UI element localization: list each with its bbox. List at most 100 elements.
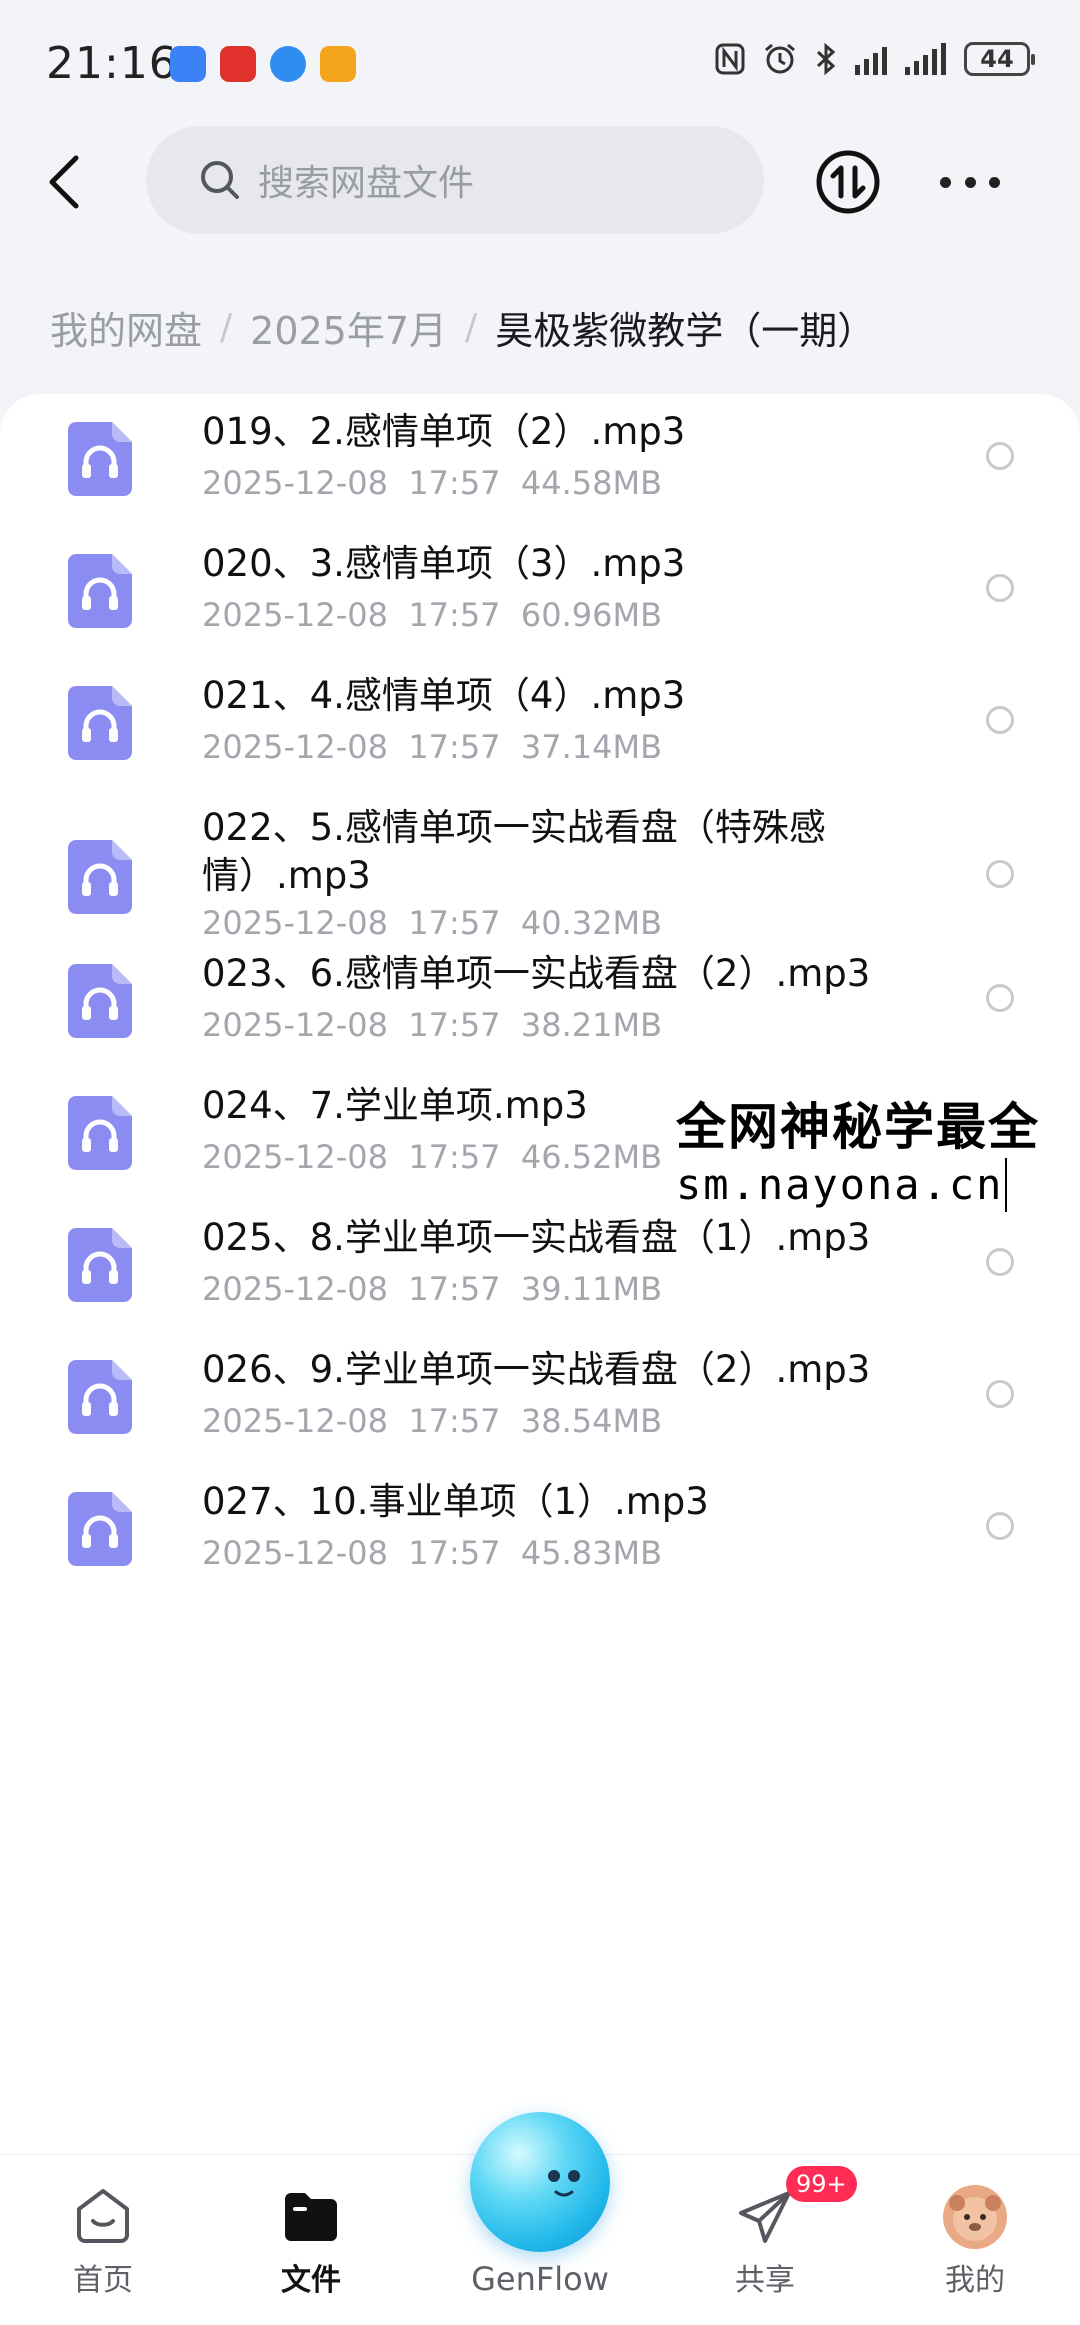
search-placeholder: 搜索网盘文件 bbox=[258, 163, 475, 204]
nav-files-label: 文件 bbox=[281, 2263, 341, 2298]
file-date: 2025-12-08 bbox=[202, 1402, 388, 1440]
paper-plane-icon bbox=[739, 2191, 791, 2243]
file-meta: 2025-12-08 17:57 40.32MB bbox=[202, 904, 662, 942]
file-name: 026、9.学业单项一实战看盘（2）.mp3 bbox=[202, 1348, 871, 1391]
breadcrumb-folder[interactable]: 2025年7月 bbox=[250, 300, 447, 355]
status-time: 21:16 bbox=[46, 38, 178, 89]
battery-level: 44 bbox=[980, 45, 1014, 73]
file-row[interactable]: 021、4.感情单项（4）.mp3 2025-12-08 17:57 37.14M… bbox=[0, 672, 1080, 804]
select-radio[interactable] bbox=[986, 1380, 1014, 1408]
select-radio[interactable] bbox=[986, 1512, 1014, 1540]
file-row[interactable]: 020、3.感情单项（3）.mp3 2025-12-08 17:57 60.96M… bbox=[0, 540, 1080, 672]
app-icon-orange bbox=[320, 46, 356, 82]
transfer-icon bbox=[816, 150, 880, 214]
status-bar: 21:16 44 bbox=[0, 0, 1080, 130]
file-row[interactable]: 025、8.学业单项一实战看盘（1）.mp3 2025-12-08 17:57 3… bbox=[0, 1214, 1080, 1346]
bluetooth-icon bbox=[816, 42, 836, 76]
select-radio[interactable] bbox=[986, 860, 1014, 888]
audio-file-icon bbox=[68, 422, 132, 496]
file-size: 45.83MB bbox=[520, 1534, 663, 1572]
app-icon-blue-logo bbox=[270, 46, 306, 82]
nav-home[interactable]: 首页 bbox=[28, 2185, 178, 2299]
home-icon bbox=[77, 2189, 129, 2243]
signal-icon bbox=[855, 43, 887, 75]
select-radio[interactable] bbox=[986, 442, 1014, 470]
file-name: 019、2.感情单项（2）.mp3 bbox=[202, 410, 686, 453]
file-date: 2025-12-08 bbox=[202, 1270, 388, 1308]
file-meta: 2025-12-08 17:57 44.58MB bbox=[202, 464, 662, 502]
select-radio[interactable] bbox=[986, 706, 1014, 734]
file-row[interactable]: 022、5.感情单项一实战看盘（特殊感情）.mp3 2025-12-08 17:5… bbox=[0, 804, 1080, 954]
file-size: 37.14MB bbox=[520, 728, 663, 766]
share-badge: 99+ bbox=[786, 2166, 857, 2202]
avatar-face-icon bbox=[949, 2195, 1001, 2241]
file-size: 40.32MB bbox=[520, 904, 663, 942]
audio-file-icon bbox=[68, 1360, 132, 1434]
file-name: 021、4.感情单项（4）.mp3 bbox=[202, 674, 686, 717]
file-time: 17:57 bbox=[408, 464, 501, 502]
status-app-icons bbox=[170, 46, 356, 82]
nav-me-label: 我的 bbox=[945, 2263, 1005, 2298]
audio-file-icon bbox=[68, 840, 132, 914]
file-time: 17:57 bbox=[408, 1270, 501, 1308]
file-date: 2025-12-08 bbox=[202, 1534, 388, 1572]
file-row[interactable]: 026、9.学业单项一实战看盘（2）.mp3 2025-12-08 17:57 3… bbox=[0, 1346, 1080, 1478]
file-name: 027、10.事业单项（1）.mp3 bbox=[202, 1480, 709, 1523]
file-time: 17:57 bbox=[408, 1006, 501, 1044]
breadcrumb-separator: / bbox=[220, 307, 233, 348]
file-meta: 2025-12-08 17:57 39.11MB bbox=[202, 1270, 662, 1308]
select-radio[interactable] bbox=[986, 1248, 1014, 1276]
genflow-button[interactable] bbox=[470, 2112, 610, 2252]
avatar bbox=[943, 2185, 1007, 2249]
app-icon-blue bbox=[170, 46, 206, 82]
file-meta: 2025-12-08 17:57 37.14MB bbox=[202, 728, 662, 766]
file-list: 019、2.感情单项（2）.mp3 2025-12-08 17:57 44.58M… bbox=[0, 394, 1080, 2154]
file-time: 17:57 bbox=[408, 728, 501, 766]
nav-share-label: 共享 bbox=[735, 2263, 795, 2298]
file-row[interactable]: 019、2.感情单项（2）.mp3 2025-12-08 17:57 44.58M… bbox=[0, 408, 1080, 540]
audio-file-icon bbox=[68, 1096, 132, 1170]
audio-file-icon bbox=[68, 964, 132, 1038]
search-icon bbox=[201, 161, 239, 199]
file-date: 2025-12-08 bbox=[202, 464, 388, 502]
file-row[interactable]: 023、6.感情单项一实战看盘（2）.mp3 2025-12-08 17:57 3… bbox=[0, 950, 1080, 1082]
file-date: 2025-12-08 bbox=[202, 904, 388, 942]
battery-icon: 44 bbox=[964, 42, 1035, 76]
file-time: 17:57 bbox=[408, 596, 501, 634]
more-dot-icon bbox=[989, 176, 1000, 188]
file-meta: 2025-12-08 17:57 60.96MB bbox=[202, 596, 662, 634]
breadcrumb-root[interactable]: 我的网盘 bbox=[50, 300, 202, 355]
nav-files[interactable]: 文件 bbox=[236, 2185, 386, 2299]
file-time: 17:57 bbox=[408, 1138, 501, 1176]
file-size: 44.58MB bbox=[520, 464, 663, 502]
file-size: 60.96MB bbox=[520, 596, 663, 634]
file-time: 17:57 bbox=[408, 1534, 501, 1572]
nfc-icon bbox=[715, 43, 745, 75]
file-meta: 2025-12-08 17:57 46.52MB bbox=[202, 1138, 662, 1176]
nav-home-label: 首页 bbox=[73, 2263, 133, 2298]
watermark-line2: sm.nayona.cn bbox=[676, 1158, 1008, 1212]
nav-share[interactable]: 共享 bbox=[690, 2185, 840, 2299]
breadcrumb-separator: / bbox=[465, 307, 478, 348]
audio-file-icon bbox=[68, 554, 132, 628]
select-radio[interactable] bbox=[986, 984, 1014, 1012]
transfer-button[interactable] bbox=[814, 148, 882, 216]
file-meta: 2025-12-08 17:57 38.54MB bbox=[202, 1402, 662, 1440]
file-row[interactable]: 027、10.事业单项（1）.mp3 2025-12-08 17:57 45.83… bbox=[0, 1478, 1080, 1610]
file-name: 022、5.感情单项一实战看盘（特殊感情）.mp3 bbox=[202, 806, 826, 897]
audio-file-icon bbox=[68, 686, 132, 760]
watermark-line1: 全网神秘学最全 bbox=[676, 1098, 1040, 1156]
search-input[interactable]: 搜索网盘文件 bbox=[146, 126, 764, 234]
folder-icon bbox=[285, 2193, 337, 2241]
genflow-label: GenFlow bbox=[471, 2260, 609, 2298]
more-dot-icon bbox=[964, 176, 976, 188]
nav-me[interactable]: 我的 bbox=[900, 2185, 1050, 2299]
app-icon-red bbox=[220, 46, 256, 82]
more-button[interactable] bbox=[940, 160, 1000, 204]
file-name: 020、3.感情单项（3）.mp3 bbox=[202, 542, 686, 585]
select-radio[interactable] bbox=[986, 574, 1014, 602]
file-date: 2025-12-08 bbox=[202, 596, 388, 634]
file-meta: 2025-12-08 17:57 38.21MB bbox=[202, 1006, 662, 1044]
back-button[interactable] bbox=[40, 150, 96, 214]
file-date: 2025-12-08 bbox=[202, 1006, 388, 1044]
